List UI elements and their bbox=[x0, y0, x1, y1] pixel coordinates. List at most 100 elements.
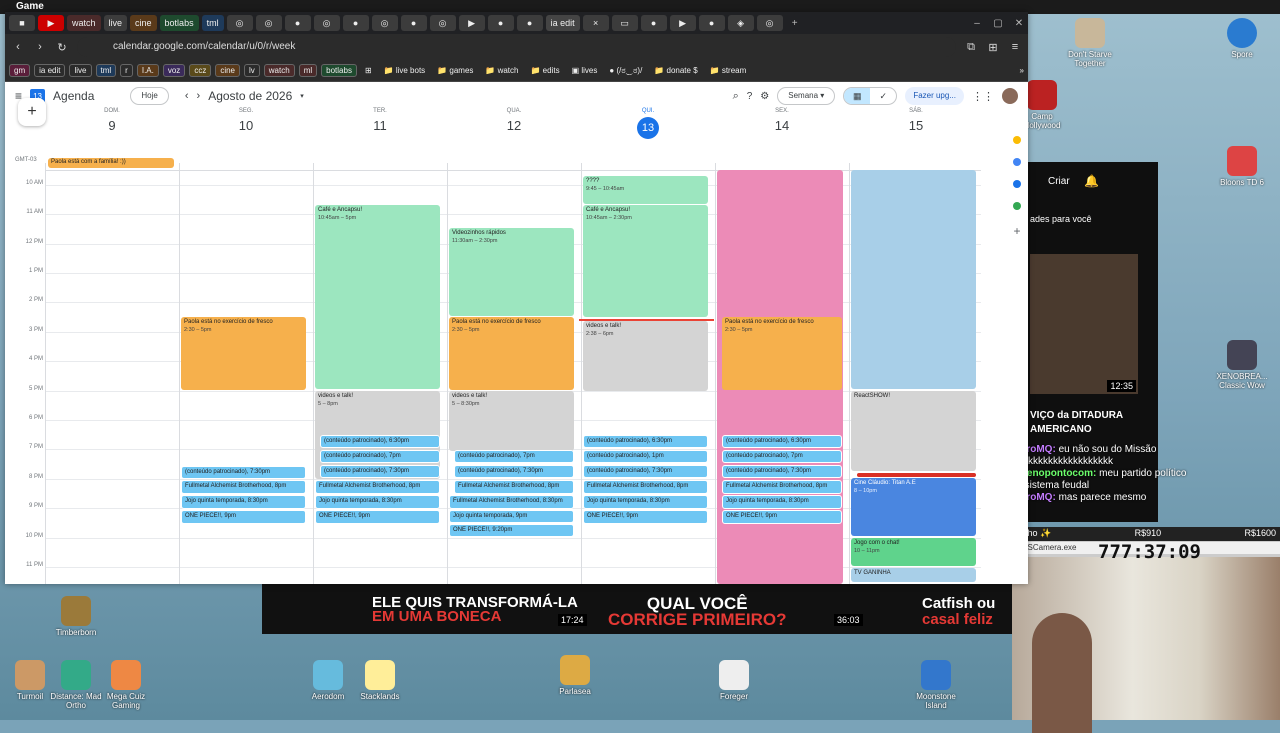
tab-close-icon[interactable]: × bbox=[582, 15, 609, 31]
video-thumbnail[interactable]: 12:35 bbox=[1030, 254, 1138, 394]
tab-17[interactable]: ◎ bbox=[756, 15, 783, 31]
day-header-mon[interactable]: SEG. 10 bbox=[179, 108, 313, 133]
calendar-event[interactable]: Fullmetal Alchemist Brotherhood, 8pm bbox=[315, 480, 440, 494]
folder-lives[interactable]: ▣ lives bbox=[568, 66, 602, 75]
tasks-icon[interactable] bbox=[1013, 158, 1021, 166]
calendar-event[interactable]: ONE PIECE!!, 9pm bbox=[315, 510, 440, 524]
reload-icon[interactable]: ↻ bbox=[55, 41, 69, 54]
day-header-thu[interactable]: QUI. 13 bbox=[581, 108, 715, 139]
calendar-event[interactable]: (conteúdo patrocinado), 7pm bbox=[722, 450, 842, 463]
desktop-icon-mega-cuiz[interactable]: Mega Cuiz Gaming bbox=[96, 660, 156, 710]
calendar-event[interactable]: (conteúdo patrocinado), 7:30pm bbox=[181, 466, 306, 479]
tab-13[interactable]: ● bbox=[640, 15, 667, 31]
day-header-wed[interactable]: QUA. 12 bbox=[447, 108, 581, 133]
video-title-1[interactable]: VIÇO da DITADURA bbox=[1030, 410, 1123, 421]
calendar-event[interactable]: Café e Ancapsu! 10:45am – 5pm bbox=[315, 205, 440, 389]
create-event-button[interactable]: + bbox=[18, 98, 46, 126]
calendar-event[interactable]: Fullmetal Alchemist Brotherhood, 8pm bbox=[583, 480, 708, 494]
create-button[interactable]: Criar bbox=[1048, 176, 1070, 187]
desktop-icon-aerodom[interactable]: Aerodom bbox=[298, 660, 358, 701]
tab-8[interactable]: ◎ bbox=[429, 15, 456, 31]
calendar-event[interactable]: Fullmetal Alchemist Brotherhood, 8pm bbox=[454, 480, 574, 494]
banner-card-1[interactable]: ELE QUIS TRANSFORMÁ-LA EM UMA BONECA bbox=[372, 595, 578, 624]
desktop-icon-timberborn[interactable]: Timberborn bbox=[46, 596, 106, 637]
tab-5[interactable]: ● bbox=[342, 15, 369, 31]
extension-icon[interactable]: ⧉ bbox=[964, 41, 978, 54]
bookmark-ia[interactable]: I.A. bbox=[136, 64, 159, 77]
calendar-event[interactable]: Jojo quinta temporada, 8:30pm bbox=[181, 495, 306, 509]
calendar-event[interactable]: Jojo quinta temporada, 8:30pm bbox=[583, 495, 708, 509]
calendar-event[interactable]: (conteúdo patrocinado), 7:30pm bbox=[454, 465, 574, 478]
desktop-icon-spore[interactable]: Spore bbox=[1212, 18, 1272, 59]
avatar[interactable] bbox=[1002, 88, 1018, 104]
desktop-icon-bloons[interactable]: Bloons TD 6 bbox=[1212, 146, 1272, 187]
folder-stream[interactable]: 📁 stream bbox=[706, 66, 751, 75]
bookmark-gm[interactable]: gm bbox=[9, 64, 31, 77]
allday-event[interactable]: Paola está com a família! :)) bbox=[48, 158, 174, 168]
calendar-event[interactable]: ReactSHOW! bbox=[851, 391, 976, 471]
calendar-event[interactable]: (conteúdo patrocinado), 6:30pm bbox=[722, 435, 842, 448]
tab-4[interactable]: ◎ bbox=[313, 15, 340, 31]
calendar-event[interactable]: Paola está no exercício de fresco 2:30 – … bbox=[449, 317, 574, 390]
day-header-tue[interactable]: TER. 11 bbox=[313, 108, 447, 133]
tab-ia-edit[interactable]: ia edit bbox=[545, 15, 580, 31]
calendar-event[interactable]: (conteúdo patrocinado), 7:30pm bbox=[320, 465, 440, 478]
folder-watch[interactable]: 📁 watch bbox=[481, 66, 522, 75]
tab-cine[interactable]: cine bbox=[130, 15, 157, 31]
tab-watch[interactable]: watch bbox=[67, 15, 101, 31]
keep-icon[interactable] bbox=[1013, 136, 1021, 144]
calendar-event[interactable]: videos e talk! 5 – 8:30pm bbox=[449, 391, 574, 451]
calendar-event[interactable]: (conteúdo patrocinado), 6:30pm bbox=[320, 435, 440, 448]
calendar-event[interactable]: ONE PIECE!!, 9pm bbox=[583, 510, 708, 524]
tab-9[interactable]: ▶ bbox=[458, 15, 485, 31]
calendar-event[interactable]: (conteúdo patrocinado), 1pm bbox=[583, 450, 708, 463]
url-field[interactable]: calendar.google.com/calendar/u/0/r/week bbox=[77, 37, 956, 57]
tab-2[interactable]: ◎ bbox=[255, 15, 282, 31]
calendar-event[interactable]: (conteúdo patrocinado), 7:30pm bbox=[583, 465, 708, 478]
tab-youtube[interactable]: ▶ bbox=[38, 15, 64, 31]
bookmark-ml[interactable]: ml bbox=[298, 64, 318, 77]
calendar-event[interactable]: (conteúdo patrocinado), 7pm bbox=[320, 450, 440, 463]
apps-grid-icon[interactable]: ⊞ bbox=[361, 66, 376, 75]
minimize-icon[interactable]: – bbox=[968, 18, 986, 29]
banner-card-2[interactable]: QUAL VOCÊ CORRIGE PRIMEIRO? bbox=[608, 595, 787, 628]
day-header-fri[interactable]: SEX. 14 bbox=[715, 108, 849, 133]
desktop-icon-foreger[interactable]: Foreger bbox=[704, 660, 764, 701]
bookmark-ccz[interactable]: ccz bbox=[189, 64, 212, 77]
video-title-2[interactable]: AMERICANO bbox=[1030, 424, 1092, 435]
bookmark-watch[interactable]: watch bbox=[263, 64, 295, 77]
apps-icon[interactable]: ⋮⋮ bbox=[972, 90, 994, 103]
close-window-icon[interactable]: ✕ bbox=[1010, 18, 1028, 29]
menu-icon[interactable]: ≡ bbox=[1008, 41, 1022, 53]
settings-gear-icon[interactable]: ⚙ bbox=[760, 91, 769, 102]
calendar-event[interactable]: Cine Cláudio: Titan A.E 8 – 10pm bbox=[851, 478, 976, 536]
tab-3[interactable]: ● bbox=[284, 15, 311, 31]
calendar-event[interactable]: Fullmetal Alchemist Brotherhood, 8:30pm bbox=[449, 495, 574, 509]
tab-15[interactable]: ● bbox=[698, 15, 725, 31]
calendar-event-blue-block[interactable] bbox=[851, 170, 976, 389]
folder-live-bots[interactable]: 📁 live bots bbox=[380, 66, 430, 75]
help-icon[interactable]: ? bbox=[747, 91, 753, 102]
banner-card-3[interactable]: Catfish ou casal feliz bbox=[922, 596, 995, 628]
tasks-view-icon[interactable]: ✓ bbox=[870, 88, 896, 104]
tab-chrome[interactable]: ◎ bbox=[226, 15, 253, 31]
calendar-event[interactable]: Videozinhos rápidos 11:30am – 2:30pm bbox=[449, 228, 574, 316]
tab-botlabs[interactable]: botlabs bbox=[159, 15, 199, 31]
bookmark-live[interactable]: live bbox=[69, 64, 92, 77]
calendar-event[interactable]: ONE PIECE!!, 9pm bbox=[181, 510, 306, 524]
calendar-event[interactable]: Jojo quinta temporada, 8:30pm bbox=[722, 495, 842, 509]
calendar-event[interactable]: Jojo quinta temporada, 9pm bbox=[449, 510, 574, 523]
month-title[interactable]: Agosto de 2026 bbox=[208, 89, 292, 103]
bookmark-cine[interactable]: cine bbox=[215, 64, 240, 77]
folder-edits[interactable]: 📁 edits bbox=[526, 66, 563, 75]
tab-16[interactable]: ◈ bbox=[727, 15, 754, 31]
today-button[interactable]: Hoje bbox=[130, 87, 169, 105]
calendar-event[interactable]: Paola está no exercício de fresco 2:30 – … bbox=[722, 317, 842, 390]
folder-games[interactable]: 📁 games bbox=[433, 66, 477, 75]
add-addon-icon[interactable]: + bbox=[1013, 224, 1020, 238]
upgrade-button[interactable]: Fazer upg... bbox=[905, 87, 964, 105]
tab-live[interactable]: live bbox=[103, 15, 128, 31]
new-tab-icon[interactable]: + bbox=[786, 18, 804, 29]
tab-14[interactable]: ▶ bbox=[669, 15, 696, 31]
calendar-event[interactable]: Café e Ancapsu! 10:45am – 2:30pm bbox=[583, 205, 708, 317]
